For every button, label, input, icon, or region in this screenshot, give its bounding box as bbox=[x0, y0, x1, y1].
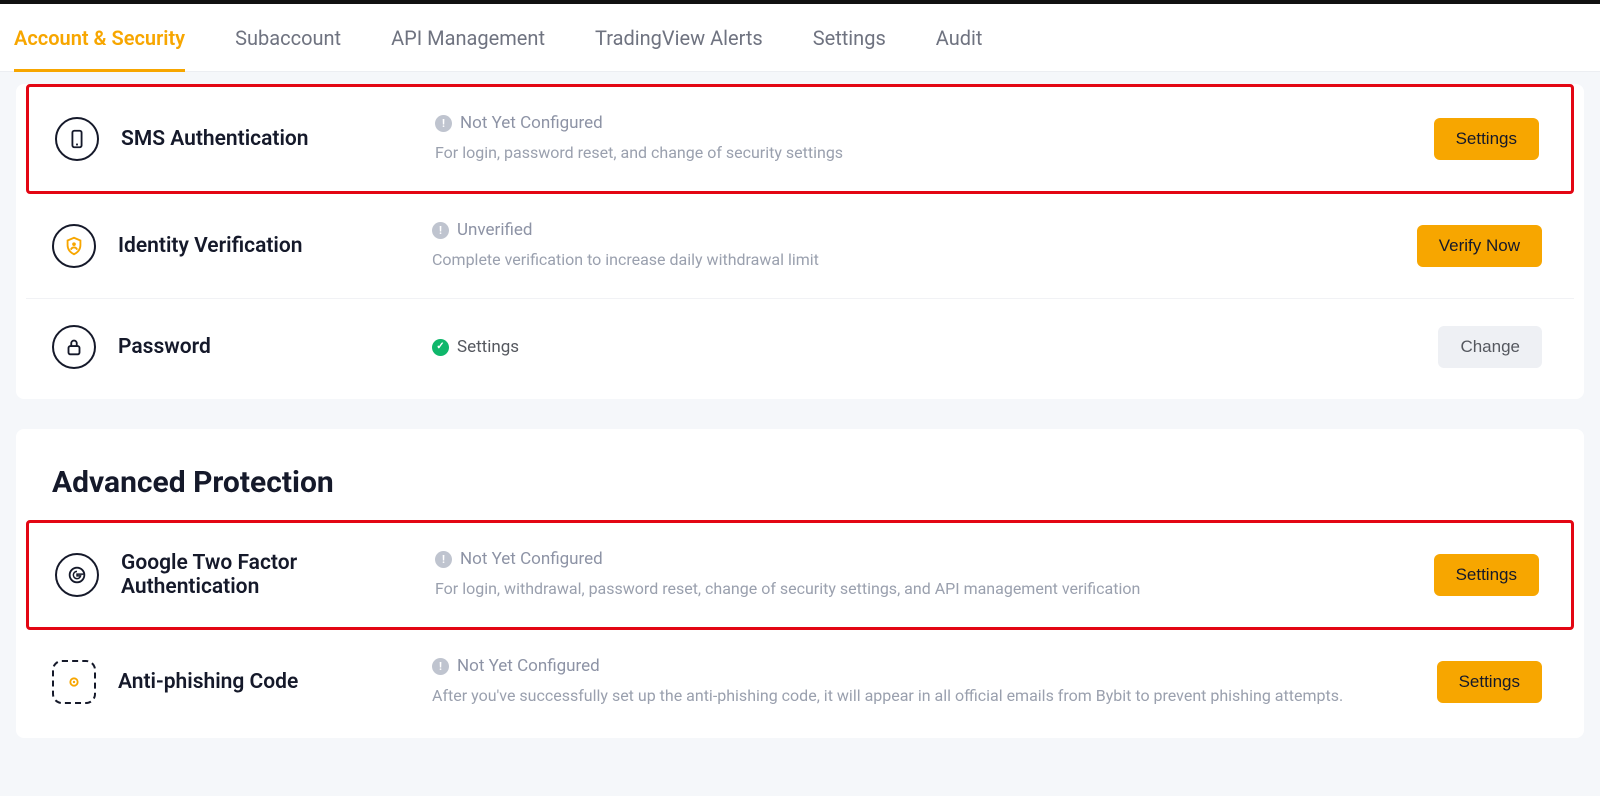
primary-tabbar: Account & Security Subaccount API Manage… bbox=[0, 4, 1600, 72]
row-mid: Not Yet Configured After you've successf… bbox=[432, 656, 1437, 708]
lock-icon bbox=[52, 325, 96, 369]
status-text: Not Yet Configured bbox=[460, 549, 603, 569]
row-mid: Not Yet Configured For login, password r… bbox=[435, 113, 1434, 165]
row-right: Settings bbox=[1434, 554, 1545, 596]
row-title: Identity Verification bbox=[118, 234, 303, 258]
row-password: Password Settings Change bbox=[26, 299, 1574, 395]
row-title: SMS Authentication bbox=[121, 127, 309, 151]
row-left: Password bbox=[52, 325, 432, 369]
tab-api-management[interactable]: API Management bbox=[391, 4, 545, 72]
row-left: Identity Verification bbox=[52, 224, 432, 268]
tab-tradingview-alerts[interactable]: TradingView Alerts bbox=[595, 4, 763, 72]
check-icon bbox=[432, 339, 449, 356]
row-title: Anti-phishing Code bbox=[118, 670, 298, 694]
section-heading: Advanced Protection bbox=[16, 429, 1584, 520]
row-desc: For login, password reset, and change of… bbox=[435, 141, 1434, 165]
tab-subaccount[interactable]: Subaccount bbox=[235, 4, 341, 72]
row-anti-phishing: Anti-phishing Code Not Yet Configured Af… bbox=[26, 630, 1574, 734]
status-line: Unverified bbox=[432, 220, 1417, 240]
anti-phishing-icon bbox=[52, 660, 96, 704]
warning-icon bbox=[432, 658, 449, 675]
google-2fa-settings-button[interactable]: Settings bbox=[1434, 554, 1539, 596]
tab-audit[interactable]: Audit bbox=[936, 4, 983, 72]
tab-account-security[interactable]: Account & Security bbox=[14, 4, 185, 72]
row-left: SMS Authentication bbox=[55, 117, 435, 161]
sms-settings-button[interactable]: Settings bbox=[1434, 118, 1539, 160]
status-text: Unverified bbox=[457, 220, 532, 240]
status-line: Not Yet Configured bbox=[435, 113, 1434, 133]
change-password-button[interactable]: Change bbox=[1438, 326, 1542, 368]
warning-icon bbox=[435, 115, 452, 132]
status-text: Not Yet Configured bbox=[457, 656, 600, 676]
row-identity-verification: Identity Verification Unverified Complet… bbox=[26, 194, 1574, 299]
status-line: Settings bbox=[432, 337, 1438, 357]
row-left: Anti-phishing Code bbox=[52, 660, 432, 704]
row-right: Change bbox=[1438, 326, 1548, 368]
status-text: Not Yet Configured bbox=[460, 113, 603, 133]
row-mid: Settings bbox=[432, 337, 1438, 357]
row-desc: Complete verification to increase daily … bbox=[432, 248, 1417, 272]
row-right: Verify Now bbox=[1417, 225, 1548, 267]
row-mid: Not Yet Configured For login, withdrawal… bbox=[435, 549, 1434, 601]
status-line: Not Yet Configured bbox=[435, 549, 1434, 569]
warning-icon bbox=[435, 551, 452, 568]
id-badge-icon bbox=[52, 224, 96, 268]
row-desc: After you've successfully set up the ant… bbox=[432, 684, 1437, 708]
row-title: Password bbox=[118, 335, 211, 359]
row-right: Settings bbox=[1437, 661, 1548, 703]
row-google-2fa: Google Two Factor Authentication Not Yet… bbox=[26, 520, 1574, 630]
phone-icon bbox=[55, 117, 99, 161]
anti-phishing-settings-button[interactable]: Settings bbox=[1437, 661, 1542, 703]
warning-icon bbox=[432, 222, 449, 239]
row-title: Google Two Factor Authentication bbox=[121, 551, 381, 599]
tab-settings[interactable]: Settings bbox=[813, 4, 886, 72]
advanced-protection-card: Advanced Protection Google Two Factor Au… bbox=[16, 429, 1584, 738]
row-desc: For login, withdrawal, password reset, c… bbox=[435, 577, 1434, 601]
row-left: Google Two Factor Authentication bbox=[55, 551, 435, 599]
basic-security-card: SMS Authentication Not Yet Configured Fo… bbox=[16, 84, 1584, 399]
status-line: Not Yet Configured bbox=[432, 656, 1437, 676]
google-authenticator-icon bbox=[55, 553, 99, 597]
status-text: Settings bbox=[457, 337, 519, 357]
row-right: Settings bbox=[1434, 118, 1545, 160]
verify-now-button[interactable]: Verify Now bbox=[1417, 225, 1542, 267]
row-sms-authentication: SMS Authentication Not Yet Configured Fo… bbox=[26, 84, 1574, 194]
row-mid: Unverified Complete verification to incr… bbox=[432, 220, 1417, 272]
